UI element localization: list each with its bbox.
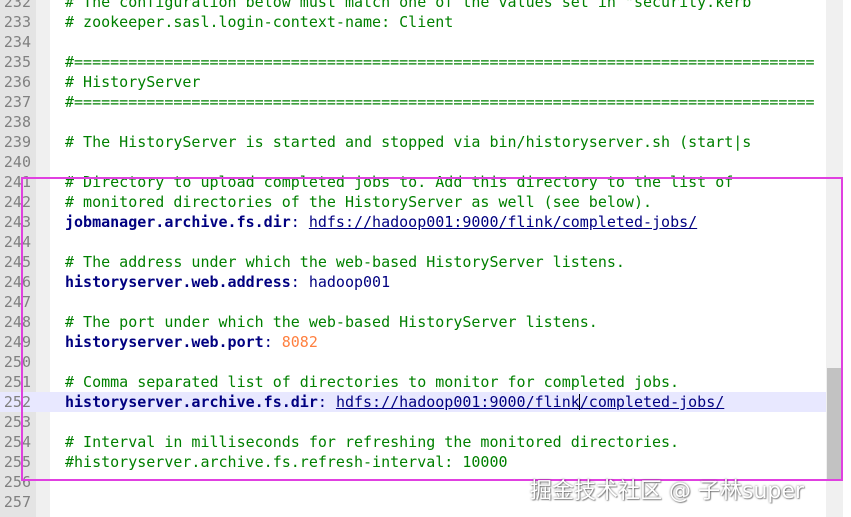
comment-text: # The configuration below must match one… [65, 0, 752, 11]
line-number: 239 [3, 133, 31, 151]
code-line[interactable]: 241 # Directory to upload completed jobs … [0, 172, 826, 192]
comment-text: #=======================================… [65, 53, 815, 71]
code-line[interactable]: 246 historyserver.web.address: hadoop001 [0, 272, 826, 292]
code-line[interactable]: 237 #====================================… [0, 92, 826, 112]
code-text[interactable]: # The port under which the web-based His… [65, 312, 598, 332]
config-value: hadoop001 [308, 273, 391, 291]
code-line[interactable]: 254 # Interval in milliseconds for refres… [0, 432, 826, 452]
comment-text: # The HistoryServer is started and stopp… [65, 133, 752, 151]
comment-text: # The address under which the web-based … [65, 253, 625, 271]
key-separator: : [317, 393, 336, 411]
code-line[interactable]: 242 # monitored directories of the Histor… [0, 192, 826, 212]
line-number: 249 [3, 333, 31, 351]
code-line[interactable]: 251 # Comma separated list of directories… [0, 372, 826, 392]
code-text[interactable]: #=======================================… [65, 52, 815, 72]
line-number: 251 [3, 373, 31, 391]
code-text[interactable]: # Directory to upload completed jobs to.… [65, 172, 733, 192]
line-number: 248 [3, 313, 31, 331]
code-line[interactable]: 243 jobmanager.archive.fs.dir: hdfs://had… [0, 212, 826, 232]
line-number: 236 [3, 73, 31, 91]
code-text[interactable]: # The configuration below must match one… [65, 0, 751, 12]
line-number: 235 [3, 53, 31, 71]
comment-text: # Comma separated list of directories to… [65, 373, 680, 391]
line-number: 250 [3, 353, 31, 371]
code-text[interactable]: historyserver.archive.fs.dir: hdfs://had… [65, 392, 724, 412]
comment-text: # zookeeper.sasl.login-context-name: Cli… [65, 13, 454, 31]
config-key: historyserver.web.port [65, 333, 264, 351]
code-line[interactable]: 255 #historyserver.archive.fs.refresh-int… [0, 452, 826, 472]
line-number: 232 [3, 0, 31, 11]
line-number: 246 [3, 273, 31, 291]
code-line[interactable]: 252 historyserver.archive.fs.dir: hdfs://… [0, 392, 826, 412]
code-text[interactable]: #=======================================… [65, 92, 815, 112]
code-text[interactable]: # HistoryServer [65, 72, 200, 92]
config-key: historyserver.archive.fs.dir [65, 393, 318, 411]
code-line[interactable]: 245 # The address under which the web-bas… [0, 252, 826, 272]
code-text[interactable]: # Interval in milliseconds for refreshin… [65, 432, 679, 452]
line-number: 234 [3, 33, 31, 51]
line-number: 255 [3, 453, 31, 471]
code-line[interactable]: 249 historyserver.web.port: 8082 [0, 332, 826, 352]
key-separator: : [290, 213, 309, 231]
scrollbar-thumb[interactable] [827, 368, 842, 480]
watermark: 掘金技术社区 @ 子林super [530, 479, 804, 504]
code-line[interactable]: 235 #====================================… [0, 52, 826, 72]
comment-text: #=======================================… [65, 93, 815, 111]
code-line[interactable]: 253 [0, 412, 826, 432]
code-line[interactable]: 232 # The configuration below must match … [0, 0, 826, 12]
config-key: jobmanager.archive.fs.dir [65, 213, 291, 231]
config-value-link[interactable]: hdfs://hadoop001:9000/flink/completed-jo… [309, 213, 697, 231]
code-lines[interactable]: 232 # The configuration below must match … [0, 0, 826, 512]
line-number: 252 [3, 393, 31, 411]
code-line[interactable]: 234 [0, 32, 826, 52]
code-line[interactable]: 239 # The HistoryServer is started and st… [0, 132, 826, 152]
line-number: 237 [3, 93, 31, 111]
code-line[interactable]: 236 # HistoryServer [0, 72, 826, 92]
comment-text: #historyserver.archive.fs.refresh-interv… [65, 453, 508, 471]
code-text[interactable]: # monitored directories of the HistorySe… [65, 192, 652, 212]
config-value-link[interactable]: hdfs://hadoop001:9000/flink/completed-jo… [336, 393, 724, 411]
line-number: 242 [3, 193, 31, 211]
code-text[interactable]: historyserver.web.address: hadoop001 [65, 272, 390, 292]
code-line[interactable]: 240 [0, 152, 826, 172]
code-text[interactable]: # The HistoryServer is started and stopp… [65, 132, 751, 152]
code-text[interactable]: historyserver.web.port: 8082 [65, 332, 318, 352]
key-separator: : [263, 333, 282, 351]
line-number: 257 [3, 493, 31, 511]
line-number: 241 [3, 173, 31, 191]
code-line[interactable]: 250 [0, 352, 826, 372]
line-number: 233 [3, 13, 31, 31]
code-line[interactable]: 238 [0, 112, 826, 132]
config-value: 8082 [281, 333, 318, 351]
comment-text: # monitored directories of the HistorySe… [65, 193, 652, 211]
code-line[interactable]: 244 [0, 232, 826, 252]
vertical-scrollbar[interactable] [826, 0, 843, 517]
code-text[interactable]: # zookeeper.sasl.login-context-name: Cli… [65, 12, 453, 32]
line-number: 238 [3, 113, 31, 131]
code-line[interactable]: 233 # zookeeper.sasl.login-context-name: … [0, 12, 826, 32]
code-text[interactable]: # The address under which the web-based … [65, 252, 625, 272]
comment-text: # HistoryServer [65, 73, 201, 91]
line-number: 254 [3, 433, 31, 451]
line-number: 245 [3, 253, 31, 271]
code-text[interactable]: #historyserver.archive.fs.refresh-interv… [65, 452, 508, 472]
line-number: 253 [3, 413, 31, 431]
key-separator: : [290, 273, 309, 291]
line-number: 240 [3, 153, 31, 171]
comment-text: # Interval in milliseconds for refreshin… [65, 433, 680, 451]
config-key: historyserver.web.address [65, 273, 291, 291]
text-editor[interactable]: 232 # The configuration below must match … [0, 0, 851, 517]
code-text[interactable]: jobmanager.archive.fs.dir: hdfs://hadoop… [65, 212, 697, 232]
code-text[interactable]: # Comma separated list of directories to… [65, 372, 679, 392]
line-number: 243 [3, 213, 31, 231]
comment-text: # Directory to upload completed jobs to.… [65, 173, 734, 191]
code-line[interactable]: 247 [0, 292, 826, 312]
line-number: 247 [3, 293, 31, 311]
line-number: 256 [3, 473, 31, 491]
comment-text: # The port under which the web-based His… [65, 313, 598, 331]
code-line[interactable]: 248 # The port under which the web-based … [0, 312, 826, 332]
line-number: 244 [3, 233, 31, 251]
